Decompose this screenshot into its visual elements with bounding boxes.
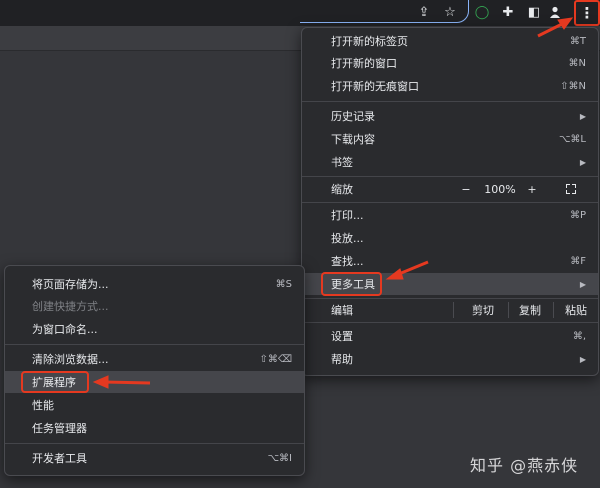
- browser-toolbar: ⇪ ☆ ◯ ✚ ◧ ⋮: [0, 0, 600, 26]
- annotation-box-more-tools: [321, 272, 382, 296]
- menu-item-label: 开发者工具: [32, 452, 87, 465]
- menu-item-new-tab[interactable]: 打开新的标签页 ⌘T: [302, 30, 598, 52]
- cut-button[interactable]: 剪切: [465, 302, 501, 318]
- kebab-menu-button[interactable]: ⋮: [574, 0, 600, 26]
- menu-item-label: 性能: [32, 399, 54, 412]
- menu-item-edit: 编辑 剪切 复制 粘贴: [302, 299, 598, 321]
- menu-separator: [302, 101, 598, 102]
- submenu-arrow-icon: ▶: [579, 111, 586, 121]
- menu-item-label: 书签: [331, 156, 353, 169]
- menu-item-zoom: 缩放 − 100% +: [302, 178, 598, 200]
- annotation-box-extensions: [21, 371, 89, 393]
- shortcut-label: ⇧⌘N: [560, 80, 586, 92]
- menu-item-label: 历史记录: [331, 110, 375, 123]
- menu-item-performance[interactable]: 性能: [5, 394, 304, 416]
- paste-button[interactable]: 粘贴: [558, 302, 594, 318]
- profile-icon[interactable]: [548, 3, 562, 21]
- menu-item-label: 清除浏览数据...: [32, 353, 109, 366]
- menu-item-label: 创建快捷方式...: [32, 300, 109, 313]
- menu-item-label: 任务管理器: [32, 422, 87, 435]
- puzzle-icon[interactable]: ✚: [498, 3, 518, 21]
- menu-separator: [302, 322, 598, 323]
- menu-item-save-page[interactable]: 将页面存储为... ⌘S: [5, 273, 304, 295]
- shortcut-label: ⌥⌘L: [558, 133, 586, 145]
- menu-item-label: 设置: [331, 330, 353, 343]
- zoom-in-button[interactable]: +: [525, 183, 539, 196]
- shortcut-label: ⌘,: [572, 330, 586, 342]
- copy-button[interactable]: 复制: [512, 302, 548, 318]
- profile-glyph: [550, 6, 560, 18]
- menu-item-name-window[interactable]: 为窗口命名...: [5, 318, 304, 340]
- menu-item-label: 打印...: [331, 209, 364, 222]
- chat-icon[interactable]: ◯: [472, 3, 492, 21]
- menu-item-label: 将页面存储为...: [32, 278, 109, 291]
- menu-item-label: 投放...: [331, 232, 364, 245]
- menu-item-find[interactable]: 查找... ⌘F: [302, 250, 598, 272]
- menu-item-label: 下载内容: [331, 133, 375, 146]
- chrome-main-menu: 打开新的标签页 ⌘T 打开新的窗口 ⌘N 打开新的无痕窗口 ⇧⌘N 历史记录 ▶…: [301, 27, 599, 376]
- shortcut-label: ⇧⌘⌫: [259, 353, 292, 365]
- star-icon[interactable]: ☆: [440, 3, 460, 21]
- shortcut-label: ⌘F: [570, 255, 586, 267]
- edit-divider: [553, 302, 554, 318]
- shortcut-label: ⌥⌘I: [267, 452, 292, 464]
- edit-divider: [508, 302, 509, 318]
- shortcut-label: ⌘S: [275, 278, 292, 290]
- shortcut-label: ⌘N: [568, 57, 586, 69]
- zoom-level: 100%: [484, 182, 516, 196]
- submenu-arrow-icon: ▶: [579, 354, 586, 364]
- menu-item-task-manager[interactable]: 任务管理器: [5, 417, 304, 439]
- menu-item-clear-data[interactable]: 清除浏览数据... ⇧⌘⌫: [5, 348, 304, 370]
- menu-item-new-window[interactable]: 打开新的窗口 ⌘N: [302, 52, 598, 74]
- menu-item-label: 打开新的无痕窗口: [331, 80, 419, 93]
- submenu-arrow-icon: ▶: [579, 157, 586, 167]
- menu-item-print[interactable]: 打印... ⌘P: [302, 204, 598, 226]
- menu-item-label: 打开新的窗口: [331, 57, 397, 70]
- menu-item-dev-tools[interactable]: 开发者工具 ⌥⌘I: [5, 447, 304, 469]
- menu-item-bookmarks[interactable]: 书签 ▶: [302, 151, 598, 173]
- menu-item-help[interactable]: 帮助 ▶: [302, 348, 598, 370]
- menu-item-label: 帮助: [331, 353, 353, 366]
- edit-divider: [453, 302, 454, 318]
- menu-separator: [302, 202, 598, 203]
- menu-item-label: 为窗口命名...: [32, 323, 98, 336]
- shortcut-label: ⌘P: [569, 209, 586, 221]
- menu-separator: [302, 176, 598, 177]
- menu-item-new-incognito[interactable]: 打开新的无痕窗口 ⇧⌘N: [302, 75, 598, 97]
- menu-item-create-shortcut: 创建快捷方式...: [5, 295, 304, 317]
- shortcut-label: ⌘T: [569, 35, 586, 47]
- menu-item-cast[interactable]: 投放...: [302, 227, 598, 249]
- sidebar-icon[interactable]: ◧: [524, 3, 544, 21]
- menu-item-downloads[interactable]: 下载内容 ⌥⌘L: [302, 128, 598, 150]
- menu-item-label: 打开新的标签页: [331, 35, 408, 48]
- share-icon[interactable]: ⇪: [414, 3, 434, 21]
- menu-separator: [5, 344, 304, 345]
- menu-item-settings[interactable]: 设置 ⌘,: [302, 325, 598, 347]
- menu-item-history[interactable]: 历史记录 ▶: [302, 105, 598, 127]
- menu-separator: [5, 443, 304, 444]
- submenu-arrow-icon: ▶: [579, 279, 586, 289]
- watermark-text: 知乎 @燕赤侠: [470, 456, 579, 475]
- fullscreen-icon[interactable]: [566, 184, 576, 194]
- zoom-out-button[interactable]: −: [459, 183, 473, 196]
- menu-item-label: 查找...: [331, 255, 364, 268]
